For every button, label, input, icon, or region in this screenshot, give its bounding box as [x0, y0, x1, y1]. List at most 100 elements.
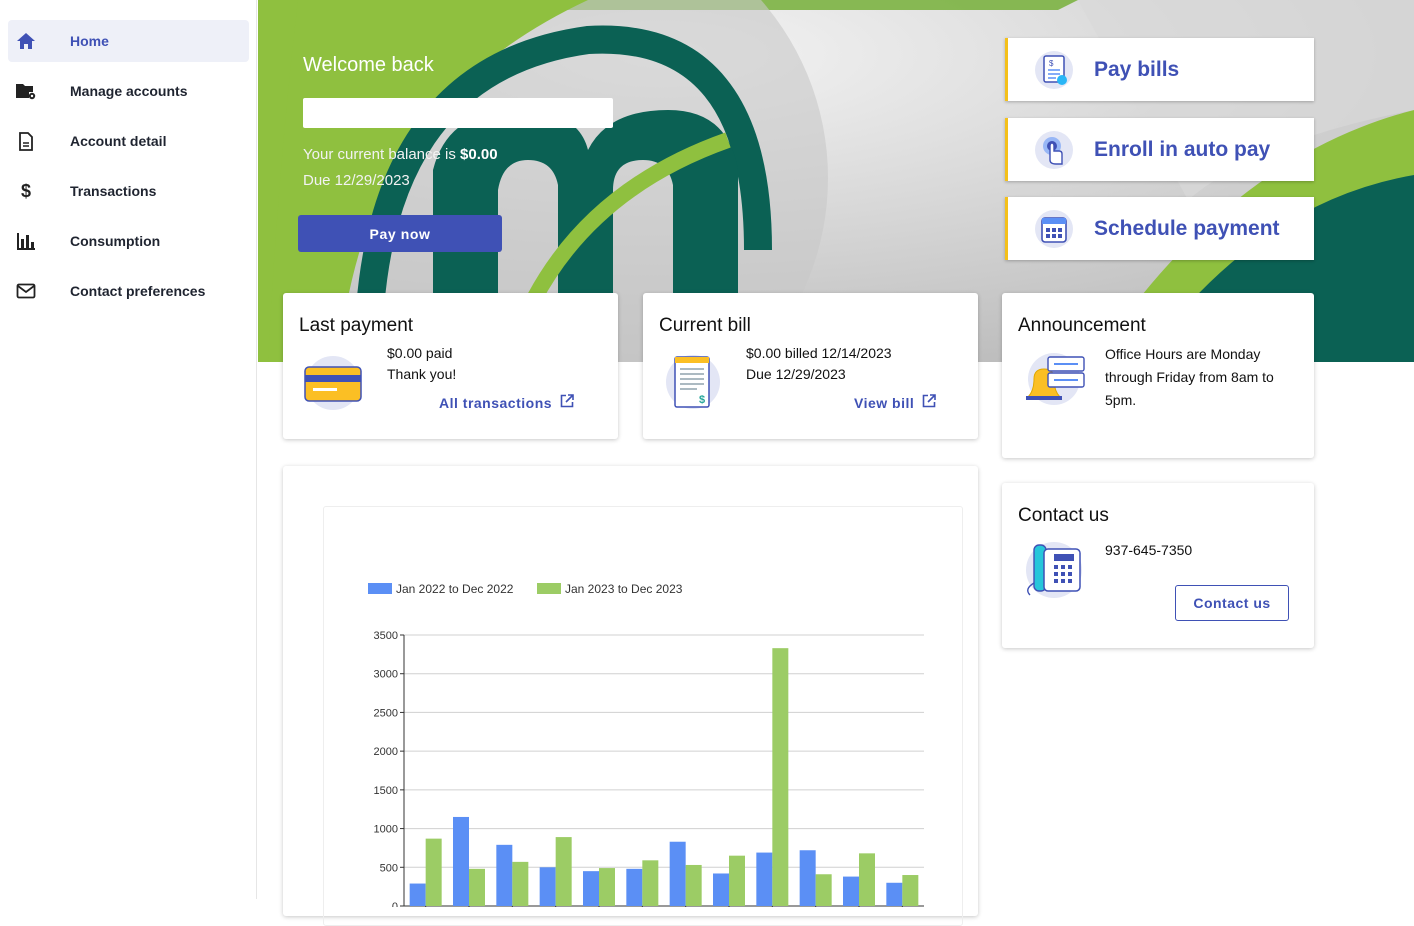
sidebar-item-transactions[interactable]: $ Transactions [8, 170, 249, 212]
announcement-text: Office Hours are Monday through Friday f… [1105, 346, 1274, 408]
bar-chart-icon [8, 232, 44, 250]
consumption-chart-card: Jan 2022 to Dec 2022 Jan 2023 to Dec 2023… [283, 466, 978, 926]
y-tick-label: 3500 [374, 630, 398, 642]
y-tick-label: 2000 [374, 746, 398, 758]
y-tick-label: 1500 [374, 785, 398, 797]
bar [859, 853, 875, 906]
y-tick-label: 500 [380, 862, 398, 874]
dollar-icon: $ [8, 181, 44, 201]
credit-card-icon [303, 355, 363, 416]
touch-icon [1026, 130, 1082, 170]
bar [583, 871, 599, 906]
bar [669, 841, 686, 906]
sidebar-item-contact-preferences[interactable]: Contact preferences [8, 270, 249, 312]
last-payment-amount: $0.00 paid [387, 345, 453, 361]
pay-bills-button[interactable]: $ Pay bills [1005, 38, 1314, 101]
bar [843, 876, 859, 906]
y-tick-label: 1000 [374, 824, 398, 836]
bar [599, 868, 615, 906]
sidebar-item-label: Transactions [70, 183, 157, 199]
schedule-payment-button[interactable]: Schedule payment [1005, 197, 1314, 260]
link-label: View bill [854, 394, 915, 411]
sidebar-item-consumption[interactable]: Consumption [8, 220, 249, 262]
view-bill-link[interactable]: View bill [854, 394, 937, 411]
chart-container: Jan 2022 to Dec 2022 Jan 2023 to Dec 2023… [323, 506, 963, 926]
bar [642, 860, 659, 906]
legend-swatch [537, 583, 561, 594]
sidebar-item-label: Home [70, 33, 109, 49]
contact-card: Contact us 937-645-7350 Contact us [1002, 483, 1314, 648]
current-bill-card: Current bill $ $0.00 billed 12/14/2023 D… [643, 293, 978, 439]
action-label: Schedule payment [1094, 216, 1280, 240]
card-title: Contact us [1018, 505, 1109, 526]
bill-icon: $ [1026, 50, 1082, 90]
pay-now-button[interactable]: Pay now [298, 215, 502, 252]
bar [512, 861, 529, 906]
bar [539, 867, 556, 906]
bar [555, 837, 572, 906]
enroll-auto-pay-button[interactable]: Enroll in auto pay [1005, 118, 1314, 181]
contact-us-button[interactable]: Contact us [1175, 585, 1289, 621]
document-icon [8, 131, 44, 151]
mail-icon [8, 283, 44, 299]
card-title: Current bill [659, 315, 751, 336]
action-label: Enroll in auto pay [1094, 137, 1271, 161]
y-tick-label: 3000 [374, 669, 398, 681]
home-icon [8, 32, 44, 50]
balance-value: $0.00 [460, 146, 498, 163]
bar [729, 855, 745, 906]
action-label: Pay bills [1094, 57, 1180, 81]
sidebar-item-manage-accounts[interactable]: Manage accounts [8, 70, 249, 112]
external-link-icon [560, 394, 574, 411]
main-content: Welcome back Your current balance is $0.… [258, 0, 1414, 926]
phone-icon [1020, 539, 1084, 606]
legend-label: Jan 2023 to Dec 2023 [565, 582, 683, 596]
legend-swatch [368, 583, 392, 594]
thank-you-text: Thank you! [387, 366, 457, 382]
sidebar-item-label: Consumption [70, 233, 161, 249]
y-tick-label: 2500 [374, 707, 398, 719]
welcome-text: Welcome back [303, 54, 434, 76]
sidebar-item-label: Account detail [70, 133, 167, 149]
all-transactions-link[interactable]: All transactions [439, 394, 574, 411]
card-title: Last payment [299, 315, 414, 336]
bar [713, 873, 729, 906]
bar [799, 850, 816, 906]
bell-notification-icon [1022, 351, 1086, 412]
sidebar-item-home[interactable]: Home [8, 20, 249, 62]
bar [772, 648, 789, 906]
last-payment-card: Last payment $0.00 paid Thank you! All t… [283, 293, 618, 439]
bar [409, 883, 426, 906]
bar [469, 868, 485, 906]
balance-text: Your current balance is $0.00 [303, 146, 498, 163]
sidebar-item-account-detail[interactable]: Account detail [8, 120, 249, 162]
sidebar-item-label: Manage accounts [70, 83, 188, 99]
bill-document-icon: $ [665, 351, 721, 418]
calendar-icon [1026, 209, 1082, 249]
due-date: Due 12/29/2023 [303, 172, 410, 189]
bar [886, 882, 903, 906]
card-title: Announcement [1018, 315, 1146, 336]
bar [815, 874, 832, 906]
current-bill-amount: $0.00 billed 12/14/2023 [746, 345, 892, 361]
bar [425, 838, 442, 906]
svg-text:$: $ [1049, 59, 1054, 68]
legend-label: Jan 2022 to Dec 2022 [396, 582, 514, 596]
current-bill-due: Due 12/29/2023 [746, 366, 846, 382]
svg-text:$: $ [21, 181, 31, 201]
bar [626, 868, 643, 906]
balance-prefix: Your current balance is [303, 146, 456, 163]
link-label: All transactions [439, 394, 553, 411]
consumption-chart: Jan 2022 to Dec 2022 Jan 2023 to Dec 2023… [368, 582, 924, 925]
bar [496, 844, 513, 906]
sidebar: Home Manage accounts Account detail $ Tr… [0, 0, 257, 899]
announcement-card: Announcement Office Hours are Monday thr… [1002, 293, 1314, 458]
folder-gear-icon [8, 82, 44, 100]
y-tick-label: 0 [392, 901, 398, 907]
bar [902, 875, 919, 906]
external-link-icon [922, 394, 937, 411]
bar [453, 816, 469, 906]
bar [756, 852, 773, 906]
redacted-name [303, 98, 613, 128]
svg-text:$: $ [699, 394, 705, 406]
